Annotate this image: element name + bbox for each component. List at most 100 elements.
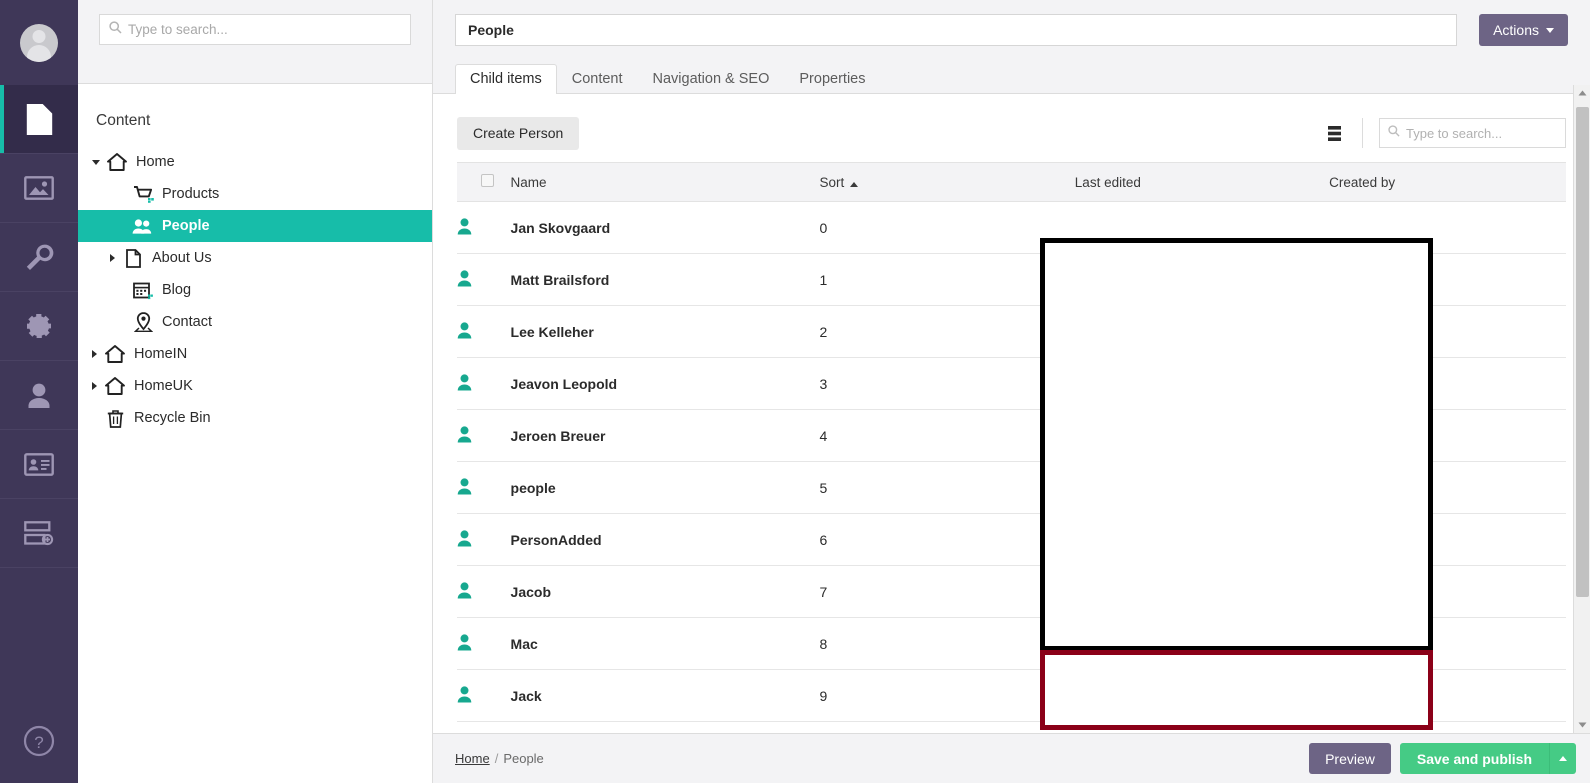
- row-created-by: [1329, 409, 1566, 462]
- home-icon: [104, 153, 130, 171]
- column-header-last-edited[interactable]: Last edited: [1074, 162, 1330, 202]
- expand-caret[interactable]: [88, 159, 104, 165]
- person-icon: [457, 581, 472, 602]
- child-items-table: Name Sort Last edited Created by Jan Sko…: [457, 162, 1566, 722]
- select-all-checkbox[interactable]: [481, 174, 494, 187]
- child-items-pane: Create Person Type to search... Name Sor…: [433, 94, 1590, 733]
- list-toolbar: Create Person: [433, 104, 1590, 162]
- column-header-name[interactable]: Name: [510, 162, 820, 202]
- actions-button[interactable]: Actions: [1479, 14, 1568, 46]
- umbraco-backoffice: ? Content Home: [0, 0, 1590, 783]
- tree-node-about-us[interactable]: About Us: [78, 242, 432, 274]
- table-row[interactable]: Mac 8: [457, 617, 1566, 670]
- tree-title: Content: [96, 112, 151, 129]
- row-icon-cell: [457, 305, 511, 358]
- row-name[interactable]: Jan Skovgaard: [510, 201, 820, 254]
- list-view-icon[interactable]: [1313, 125, 1356, 142]
- tree-search-input[interactable]: [128, 15, 410, 44]
- tree-search-box[interactable]: [99, 14, 411, 45]
- node-name-input[interactable]: [455, 14, 1458, 46]
- column-header-created-by[interactable]: Created by: [1329, 162, 1566, 202]
- row-name[interactable]: Mac: [510, 617, 820, 670]
- expand-caret[interactable]: [104, 254, 120, 262]
- search-icon: [109, 20, 122, 39]
- tree-node-recycle-bin[interactable]: Recycle Bin: [78, 402, 432, 434]
- row-name[interactable]: Jeroen Breuer: [510, 409, 820, 462]
- row-created-by: [1329, 617, 1566, 670]
- list-search-input[interactable]: [1406, 119, 1565, 147]
- row-name[interactable]: PersonAdded: [510, 513, 820, 566]
- table-row[interactable]: people 5: [457, 461, 1566, 514]
- tree-node-label: Blog: [162, 282, 192, 298]
- sidebar-item-users[interactable]: [0, 361, 78, 430]
- row-name[interactable]: Jack: [510, 669, 820, 722]
- expand-caret[interactable]: [86, 382, 102, 390]
- column-header-label: Name: [510, 174, 547, 190]
- cart-icon: [130, 185, 156, 203]
- sidebar-item-members[interactable]: [0, 430, 78, 499]
- tree-node-products[interactable]: Products: [78, 178, 432, 210]
- tree-search-zone: [78, 0, 432, 84]
- sidebar-item-forms[interactable]: [0, 499, 78, 568]
- table-row[interactable]: Jack 9: [457, 669, 1566, 722]
- table-row[interactable]: Jacob 7: [457, 565, 1566, 618]
- trash-icon: [102, 409, 128, 428]
- table-row[interactable]: Lee Kelleher 2: [457, 305, 1566, 358]
- column-header-sort[interactable]: Sort: [819, 162, 1075, 202]
- tree-node-homeuk[interactable]: HomeUK: [78, 370, 432, 402]
- sidebar-item-packages[interactable]: [0, 292, 78, 361]
- row-sort: 3: [819, 357, 1075, 410]
- person-icon: [457, 685, 472, 706]
- list-search-box[interactable]: [1379, 118, 1566, 148]
- tree-node-people[interactable]: People: [78, 210, 432, 242]
- sidebar-item-content[interactable]: [0, 85, 78, 154]
- expand-caret[interactable]: [86, 350, 102, 358]
- table-row[interactable]: Jeavon Leopold 3: [457, 357, 1566, 410]
- scrollbar-thumb[interactable]: [1576, 107, 1589, 597]
- table-row[interactable]: Matt Brailsford 1: [457, 253, 1566, 306]
- editor-header: Actions: [433, 0, 1590, 62]
- sidebar-item-settings[interactable]: [0, 223, 78, 292]
- vertical-scrollbar[interactable]: [1573, 85, 1590, 733]
- row-name[interactable]: Matt Brailsford: [510, 253, 820, 306]
- table-row[interactable]: Jan Skovgaard 0: [457, 201, 1566, 254]
- row-last-edited: [1074, 409, 1330, 462]
- scroll-down-arrow[interactable]: [1574, 716, 1590, 733]
- row-icon-cell: [457, 513, 511, 566]
- toolbar-divider: [1362, 118, 1363, 148]
- tree-node-homein[interactable]: HomeIN: [78, 338, 432, 370]
- publish-button-group: Save and publish: [1399, 743, 1576, 774]
- row-name[interactable]: Jacob: [510, 565, 820, 618]
- row-created-by: [1329, 513, 1566, 566]
- table-row[interactable]: Jeroen Breuer 4: [457, 409, 1566, 462]
- tree-node-home[interactable]: Home: [78, 146, 432, 178]
- tree-node-contact[interactable]: Contact: [78, 306, 432, 338]
- breadcrumb-item-home[interactable]: Home: [455, 751, 490, 766]
- tab-content[interactable]: Content: [557, 64, 638, 94]
- row-name[interactable]: Lee Kelleher: [510, 305, 820, 358]
- save-and-publish-button[interactable]: Save and publish: [1399, 743, 1549, 774]
- tab-properties[interactable]: Properties: [784, 64, 880, 94]
- document-icon: [26, 103, 53, 135]
- avatar[interactable]: [20, 23, 58, 62]
- preview-button[interactable]: Preview: [1309, 743, 1391, 774]
- tree-node-blog[interactable]: Blog: [78, 274, 432, 306]
- publish-options-button[interactable]: [1549, 743, 1576, 774]
- row-sort: 0: [819, 201, 1075, 254]
- scroll-up-arrow[interactable]: [1574, 85, 1590, 102]
- main-area: Actions Child items Content Navigation &…: [433, 0, 1590, 783]
- svg-text:?: ?: [34, 733, 43, 752]
- row-name[interactable]: people: [510, 461, 820, 514]
- table-row[interactable]: PersonAdded 6: [457, 513, 1566, 566]
- row-name[interactable]: Jeavon Leopold: [510, 357, 820, 410]
- tab-navigation-seo[interactable]: Navigation & SEO: [638, 64, 785, 94]
- tab-child-items[interactable]: Child items: [455, 64, 557, 94]
- row-icon-cell: [457, 253, 511, 306]
- table-body: Jan Skovgaard 0 Matt Brailsford 1 Lee Ke…: [457, 201, 1566, 722]
- sidebar-item-media[interactable]: [0, 154, 78, 223]
- editor-footer: Home / People Preview Save and publish: [433, 733, 1590, 783]
- create-person-button[interactable]: Create Person: [457, 116, 580, 150]
- row-last-edited: [1074, 669, 1330, 722]
- tree-node-label: Recycle Bin: [134, 410, 211, 426]
- help-button[interactable]: ?: [0, 703, 78, 783]
